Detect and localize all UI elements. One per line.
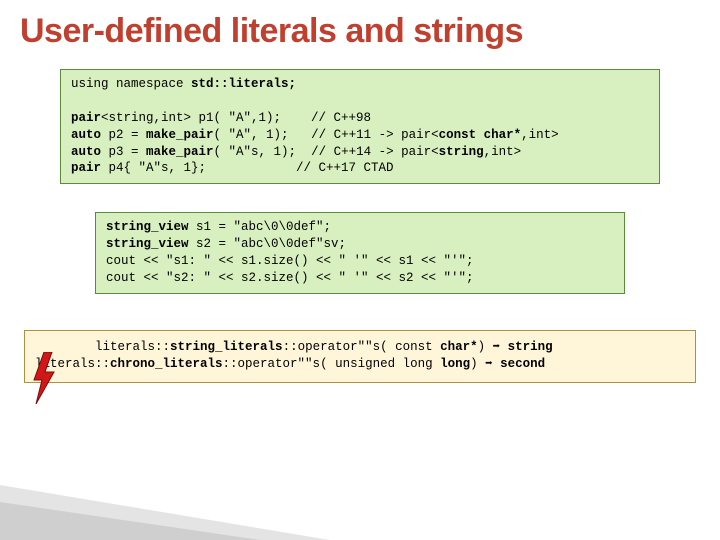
type: string_view (106, 237, 189, 251)
txt: ( "A", 1); // C++11 -> pair< (214, 128, 439, 142)
kw: auto (71, 128, 101, 142)
fn: make_pair (146, 145, 214, 159)
txt: ,int> (484, 145, 522, 159)
txt: p4{ "A"s, 1}; // C++17 CTAD (101, 161, 394, 175)
type: char* (440, 340, 478, 354)
type: second (500, 357, 545, 371)
type: string (508, 340, 553, 354)
lightning-icon (30, 352, 58, 404)
ns: string_literals (170, 340, 283, 354)
txt: p3 = (101, 145, 146, 159)
txt: s2 = "abc\0\0def"sv; (189, 237, 347, 251)
txt: ::operator""s( const (283, 340, 441, 354)
txt: s1 = "abc\0\0def"; (189, 220, 332, 234)
type: string_view (106, 220, 189, 234)
txt: <string,int> p1( "A",1); // C++98 (101, 111, 371, 125)
type: string (439, 145, 484, 159)
type: long (440, 357, 470, 371)
ns: std::literals; (191, 77, 296, 91)
slide-title: User-defined literals and strings (0, 0, 720, 59)
code-block-3: literals::string_literals::operator""s( … (24, 330, 696, 383)
txt: ( "A"s, 1); // C++14 -> pair< (214, 145, 439, 159)
kw: auto (71, 145, 101, 159)
kw: pair (71, 161, 101, 175)
txt: cout << "s2: " << s2.size() << " '" << s… (106, 271, 474, 285)
type: const char* (439, 128, 522, 142)
kw: using namespace (71, 77, 191, 91)
txt: ) ➡ (478, 340, 508, 354)
txt: ::operator""s( unsigned long (223, 357, 441, 371)
txt: ) ➡ (470, 357, 500, 371)
code-block-1: using namespace std::literals; pair<stri… (60, 69, 660, 184)
code-block-2: string_view s1 = "abc\0\0def"; string_vi… (95, 212, 625, 294)
txt: cout << "s1: " << s1.size() << " '" << s… (106, 254, 474, 268)
ns: chrono_literals (110, 357, 223, 371)
kw: pair (71, 111, 101, 125)
fn: make_pair (146, 128, 214, 142)
txt: p2 = (101, 128, 146, 142)
txt: ,int> (521, 128, 559, 142)
decorative-wedge-inner (0, 502, 260, 540)
